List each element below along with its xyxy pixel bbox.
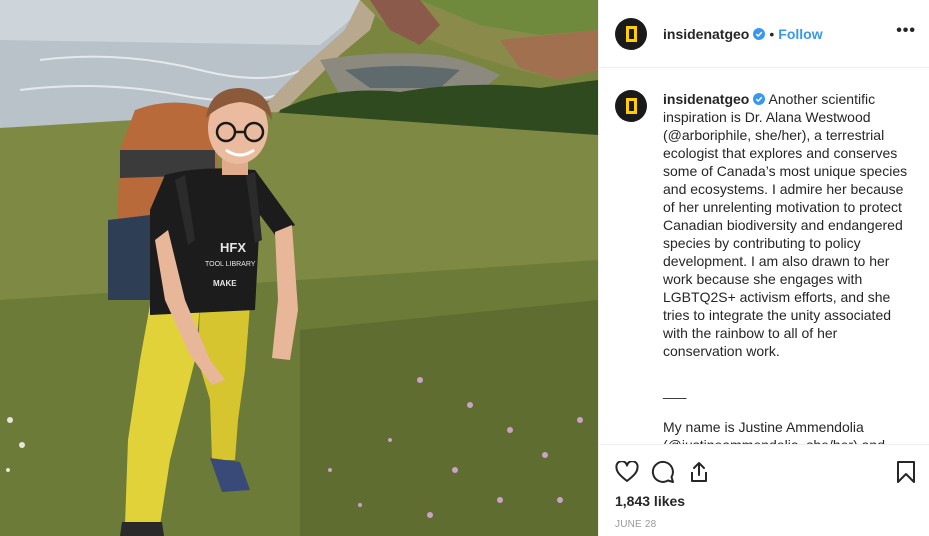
verified-badge-icon <box>753 27 766 40</box>
post-side-panel: insidenatgeo • Follow ••• insidenatgeo A… <box>598 0 929 536</box>
post-date[interactable]: JUNE 28 <box>615 519 656 530</box>
shirt-text-tool-library: TOOL LIBRARY <box>205 261 256 268</box>
share-button[interactable] <box>681 457 717 487</box>
share-icon <box>691 462 707 482</box>
hiker-photo-illustration: HFX TOOL LIBRARY MAKE <box>0 0 598 536</box>
post-header: insidenatgeo • Follow ••• <box>599 0 929 68</box>
separator-dot: • <box>769 25 775 42</box>
caption-separator: ___ <box>663 383 687 399</box>
bookmark-icon <box>897 461 915 483</box>
action-bar: 1,843 likes JUNE 28 <box>599 444 929 536</box>
more-options-icon[interactable]: ••• <box>896 23 916 39</box>
shirt-text-hfx: HFX <box>220 240 246 255</box>
caption-continued: My name is Justine Ammendolia (@justinea… <box>663 419 885 444</box>
heart-icon <box>615 461 639 482</box>
action-icons <box>609 457 717 487</box>
verified-badge-icon <box>753 93 766 105</box>
shirt-text-make: MAKE <box>213 279 237 288</box>
comment-icon <box>651 460 674 483</box>
header-username[interactable]: insidenatgeo <box>663 26 749 42</box>
post-photo[interactable]: HFX TOOL LIBRARY MAKE <box>0 0 598 536</box>
save-button[interactable] <box>888 457 924 487</box>
national-geographic-logo-icon <box>625 25 637 42</box>
like-button[interactable] <box>609 457 645 487</box>
avatar[interactable] <box>615 17 647 50</box>
comment-button[interactable] <box>645 457 681 487</box>
caption-row: insidenatgeo Another scientific inspirat… <box>615 90 914 444</box>
national-geographic-logo-icon <box>625 98 637 114</box>
caption-body: Another scientific inspiration is Dr. Al… <box>663 91 908 359</box>
caption-text: insidenatgeo Another scientific inspirat… <box>663 90 913 444</box>
caption-username[interactable]: insidenatgeo <box>663 91 749 107</box>
caption-avatar[interactable] <box>615 90 647 122</box>
caption-scroll-area[interactable]: insidenatgeo Another scientific inspirat… <box>599 68 929 444</box>
likes-count[interactable]: 1,843 likes <box>615 493 685 509</box>
follow-button[interactable]: Follow <box>778 26 822 42</box>
